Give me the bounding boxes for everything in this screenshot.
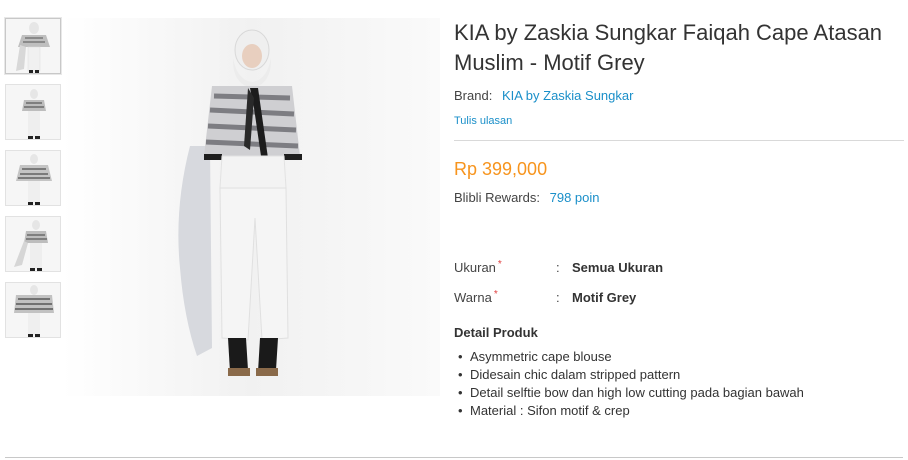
product-title: KIA by Zaskia Sungkar Faiqah Cape Atasan… <box>454 20 883 75</box>
product-photo-thumb <box>6 85 60 139</box>
thumbnail-3[interactable] <box>5 150 61 206</box>
product-info: KIA by Zaskia Sungkar Faiqah Cape Atasan… <box>454 18 904 420</box>
list-item: Material : Sifon motif & crep <box>454 402 904 420</box>
product-photo-thumb <box>6 19 60 73</box>
thumbnail-5[interactable] <box>5 282 61 338</box>
required-marker: * <box>493 289 498 300</box>
attribute-colon: : <box>556 290 560 305</box>
brand-link[interactable]: KIA by Zaskia Sungkar <box>502 88 634 103</box>
attribute-color[interactable]: Warna * : Motif Grey <box>454 283 904 313</box>
bottom-divider <box>5 457 903 458</box>
thumbnail-4[interactable] <box>5 216 61 272</box>
product-price: Rp 399,000 <box>454 159 548 179</box>
list-item: Asymmetric cape blouse <box>454 348 904 366</box>
list-item: Didesain chic dalam stripped pattern <box>454 366 904 384</box>
attribute-label: Ukuran * <box>454 259 502 275</box>
rewards-points: 798 poin <box>549 190 600 205</box>
divider <box>454 140 904 141</box>
attribute-value: Motif Grey <box>572 290 637 305</box>
details-list: Asymmetric cape blouse Didesain chic dal… <box>454 348 904 420</box>
attribute-colon: : <box>556 260 560 275</box>
attributes: Ukuran * : Semua Ukuran Warna * : Motif Gr… <box>454 253 904 313</box>
product-photo-thumb <box>6 283 60 337</box>
required-marker: * <box>497 259 502 270</box>
rewards-row: Blibli Rewards: 798 poin <box>454 190 904 205</box>
brand-label: Brand: <box>454 88 493 103</box>
brand-row: Brand: KIA by Zaskia Sungkar <box>454 88 904 103</box>
product-photo-thumb <box>6 217 60 271</box>
attribute-value: Semua Ukuran <box>572 260 664 275</box>
thumbnail-1[interactable] <box>5 18 61 74</box>
attribute-label: Warna * <box>454 289 498 305</box>
product-photo <box>62 18 440 396</box>
rewards-label: Blibli Rewards: <box>454 190 540 205</box>
main-product-image[interactable] <box>62 18 440 396</box>
thumbnail-2[interactable] <box>5 84 61 140</box>
list-item: Detail selftie bow dan high low cutting … <box>454 384 904 402</box>
details-heading: Detail Produk <box>454 325 538 340</box>
thumbnail-gallery <box>5 18 61 348</box>
attribute-size[interactable]: Ukuran * : Semua Ukuran <box>454 253 904 283</box>
write-review-link[interactable]: Tulis ulasan <box>454 115 512 127</box>
product-photo-thumb <box>6 151 60 205</box>
